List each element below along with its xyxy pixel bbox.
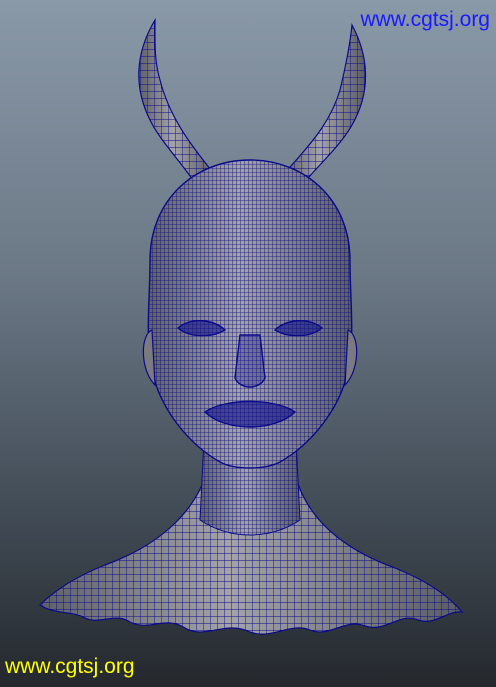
wireframe-model[interactable] [0, 0, 496, 687]
3d-viewport[interactable]: www.cgtsj.org www.cgtsj.org [0, 0, 496, 687]
nose [234, 334, 266, 388]
watermark-bottom: www.cgtsj.org [5, 655, 135, 678]
watermark-top: www.cgtsj.org [360, 8, 490, 31]
